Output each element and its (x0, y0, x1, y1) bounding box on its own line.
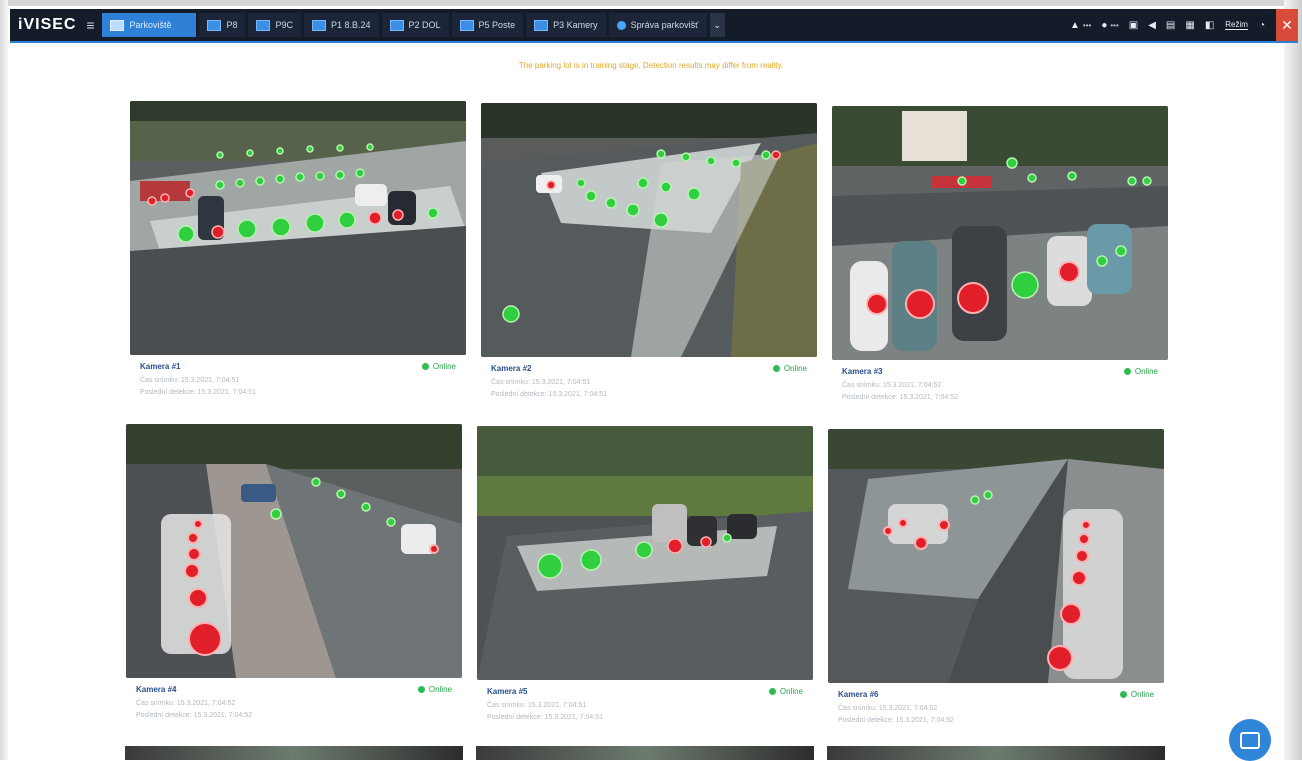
snapshot-time: Čas snímku: 15.3.2021, 7:04:52 (136, 700, 236, 707)
split-button[interactable]: ◧ (1205, 20, 1214, 31)
layout-icon: ▤ (1165, 19, 1176, 31)
user-button[interactable]: ● ••• (1101, 20, 1118, 31)
status-badge: Online (1123, 367, 1158, 376)
camera-name[interactable]: Kamera #1 (140, 362, 180, 371)
snapshot-time: Čas snímku: 15.3.2021, 7:04:52 (838, 705, 938, 712)
speaker-icon: ◀ (1148, 19, 1156, 31)
warning-icon: ▲ (1070, 19, 1080, 31)
camera-name[interactable]: Kamera #2 (491, 364, 531, 373)
snapshot-time: Čas snímku: 15.3.2021, 7:04:51 (487, 702, 587, 709)
window-icon (256, 19, 271, 31)
close-button[interactable]: ✕ (1276, 9, 1298, 41)
camera-card[interactable]: Kamera #1 Online Čas snímku: 15.3.2021, … (130, 101, 466, 401)
camera-feed[interactable] (476, 746, 814, 760)
camera-feed[interactable] (828, 429, 1164, 683)
online-dot-icon (1123, 368, 1131, 375)
window-icon (389, 19, 404, 31)
volume-button[interactable]: ◀ (1148, 20, 1156, 31)
close-icon: ✕ (1281, 16, 1293, 33)
monitor-icon: ▣ (1128, 19, 1139, 31)
camera-feed[interactable] (481, 103, 817, 357)
camera-meta: Kamera #1 Online Čas snímku: 15.3.2021, … (130, 355, 466, 401)
tab-p5[interactable]: P5 Poste (451, 13, 524, 37)
window-icon (534, 19, 549, 31)
camera-card[interactable]: Kamera #4 Online Čas snímku: 15.3.2021, … (126, 424, 462, 724)
monitor-frame-top (0, 0, 1302, 6)
online-dot-icon (417, 686, 425, 693)
hamburger-icon[interactable]: ≡ (82, 17, 98, 33)
camera-name[interactable]: Kamera #6 (838, 690, 878, 699)
split-icon: ◧ (1204, 19, 1215, 31)
tab-p1[interactable]: P1 8.B.24 (304, 13, 379, 37)
camera-meta: Kamera #6 Online Čas snímku: 15.3.2021, … (828, 683, 1164, 729)
camera-meta: Kamera #5 Online Čas snímku: 15.3.2021, … (477, 680, 813, 726)
window-icon (459, 19, 474, 31)
last-detection-time: Poslední detekce: 15.3.2021, 7:04:51 (491, 391, 607, 398)
tab-parking-management[interactable]: Správa parkovišť (608, 13, 707, 37)
online-dot-icon (1119, 691, 1127, 698)
online-dot-icon (421, 363, 429, 370)
training-warning: The parking lot is in training stage. De… (518, 61, 784, 70)
user-icon: ● (1101, 19, 1108, 31)
clock-icon: ◔ (1258, 19, 1265, 31)
app-logo[interactable]: iVISEC (10, 16, 82, 34)
camera-name[interactable]: Kamera #5 (487, 687, 527, 696)
camera-feed[interactable] (832, 106, 1168, 360)
status-badge: Online (772, 364, 807, 373)
camera-feed[interactable] (477, 426, 813, 680)
tab-p2[interactable]: P2 DOL (381, 13, 449, 37)
status-badge: Online (1119, 690, 1154, 699)
camera-feed[interactable] (125, 746, 463, 760)
last-detection-time: Poslední detekce: 15.3.2021, 7:04:52 (838, 717, 954, 724)
parking-icon (616, 20, 626, 30)
camera-card[interactable]: Kamera #3 Online Čas snímku: 15.3.2021, … (832, 106, 1168, 406)
camera-feed[interactable] (827, 746, 1165, 760)
mode-link[interactable]: Režim (1225, 20, 1248, 30)
grid-button[interactable]: ▦ (1185, 20, 1194, 31)
tab-p8[interactable]: P8 (199, 13, 246, 37)
chevron-down-icon: ⌄ (713, 19, 722, 30)
camera-meta: Kamera #4 Online Čas snímku: 15.3.2021, … (126, 678, 462, 724)
snapshot-time: Čas snímku: 15.3.2021, 7:04:52 (842, 382, 942, 389)
camera-meta: Kamera #3 Online Čas snímku: 15.3.2021, … (832, 360, 1168, 406)
camera-meta: Kamera #2 Online Čas snímku: 15.3.2021, … (481, 357, 817, 403)
last-detection-time: Poslední detekce: 15.3.2021, 7:04:52 (842, 394, 958, 401)
camera-feed[interactable] (130, 101, 466, 355)
last-detection-time: Poslední detekce: 15.3.2021, 7:04:52 (136, 712, 252, 719)
camera-name[interactable]: Kamera #3 (842, 367, 882, 376)
camera-card[interactable]: Kamera #6 Online Čas snímku: 15.3.2021, … (828, 429, 1164, 729)
monitor-frame-left (0, 0, 8, 760)
monitor-button[interactable]: ▣ (1129, 20, 1138, 31)
camera-card[interactable]: Kamera #2 Online Čas snímku: 15.3.2021, … (481, 103, 817, 403)
last-detection-time: Poslední detekce: 15.3.2021, 7:04:51 (140, 389, 256, 396)
status-badge: Online (768, 687, 803, 696)
last-detection-time: Poslední detekce: 15.3.2021, 7:04:51 (487, 714, 603, 721)
status-badge: Online (417, 685, 452, 694)
snapshot-time: Čas snímku: 15.3.2021, 7:04:51 (491, 379, 591, 386)
camera-feed[interactable] (126, 424, 462, 678)
clock-indicator: ◔ (1259, 20, 1265, 31)
tab-p3[interactable]: P3 Kamery (526, 13, 606, 37)
online-dot-icon (772, 365, 780, 372)
tab-parking-overview[interactable]: Parkoviště (102, 13, 197, 37)
toolbar-right: ▲ ••• ● ••• ▣ ◀ ▤ ▦ ◧ Režim ◔ ✕ (1065, 9, 1298, 41)
window-icon (110, 19, 125, 31)
online-dot-icon (768, 688, 776, 695)
chat-icon (1240, 731, 1260, 749)
tab-p9c[interactable]: P9C (248, 13, 301, 37)
monitor-frame-right (1284, 0, 1302, 760)
navbar-accent-line (10, 41, 1298, 43)
status-badge: Online (421, 362, 456, 371)
window-icon (207, 19, 222, 31)
top-navbar: iVISEC ≡ Parkoviště P8 P9C P1 8.B.24 P2 … (10, 9, 1298, 41)
grid-icon: ▦ (1185, 19, 1195, 31)
camera-name[interactable]: Kamera #4 (136, 685, 176, 694)
tabs-more-dropdown[interactable]: ⌄ (709, 13, 726, 37)
alerts-button[interactable]: ▲ ••• (1070, 20, 1091, 31)
snapshot-time: Čas snímku: 15.3.2021, 7:04:51 (140, 377, 240, 384)
camera-card[interactable]: Kamera #5 Online Čas snímku: 15.3.2021, … (477, 426, 813, 726)
chat-button[interactable] (1229, 719, 1271, 761)
window-icon (312, 19, 326, 31)
layout-button[interactable]: ▤ (1166, 20, 1175, 31)
